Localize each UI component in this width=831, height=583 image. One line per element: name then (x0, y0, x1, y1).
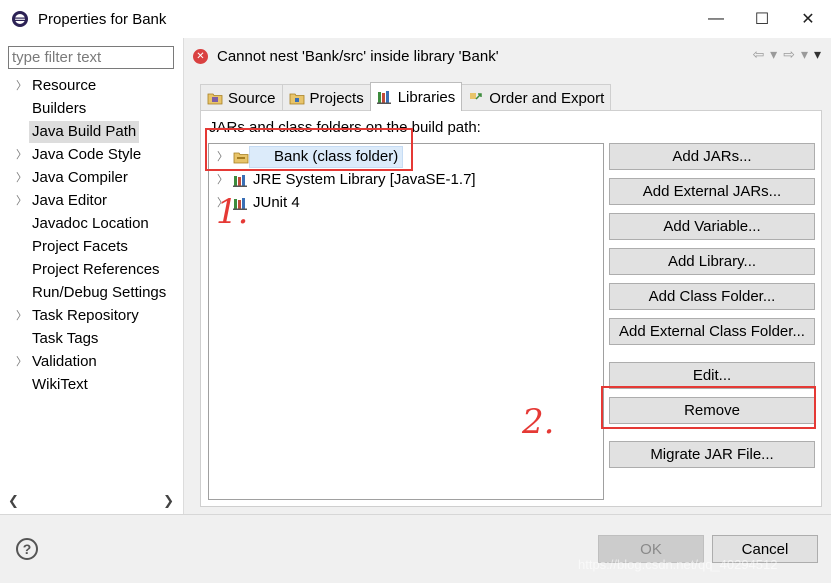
view-menu-icon[interactable]: ▾ (814, 46, 821, 63)
annotation-step-2: 2. (522, 402, 555, 442)
forward-arrow-icon[interactable]: ⇨ (783, 46, 795, 63)
eclipse-icon (12, 11, 28, 27)
add-class-folder-button[interactable]: Add Class Folder... (609, 283, 815, 310)
build-path-tabs: Source Projects Libraries Order and Expo… (200, 82, 612, 111)
migrate-jar-button[interactable]: Migrate JAR File... (609, 441, 815, 468)
footer-separator (0, 514, 831, 515)
add-variable-button[interactable]: Add Variable... (609, 213, 815, 240)
annotation-box-remove (601, 386, 816, 429)
scroll-left-icon[interactable]: ❮ (8, 493, 19, 509)
chevron-right-icon[interactable]: 〉 (217, 169, 228, 191)
tree-item-resource[interactable]: 〉 Resource (0, 75, 184, 98)
chevron-right-icon[interactable]: 〉 (16, 144, 27, 166)
tree-item-java-compiler[interactable]: 〉 Java Compiler (0, 167, 184, 190)
tree-item-project-facets[interactable]: Project Facets (0, 236, 184, 259)
error-message-row: ✕ Cannot nest 'Bank/src' inside library … (193, 43, 499, 69)
window-title: Properties for Bank (38, 10, 167, 28)
filter-input[interactable] (8, 46, 174, 69)
add-external-jars-button[interactable]: Add External JARs... (609, 178, 815, 205)
add-jars-button[interactable]: Add JARs... (609, 143, 815, 170)
horizontal-scrollbar[interactable]: ❮ ❯ (8, 492, 174, 509)
chevron-right-icon[interactable]: 〉 (16, 75, 27, 97)
tree-item-task-repository[interactable]: 〉 Task Repository (0, 305, 184, 328)
help-icon[interactable]: ? (16, 538, 38, 560)
tree-item-project-references[interactable]: Project References (0, 259, 184, 282)
tab-projects[interactable]: Projects (281, 84, 371, 111)
forward-dropdown-icon[interactable]: ▾ (801, 46, 808, 63)
tree-item-run-debug-settings[interactable]: Run/Debug Settings (0, 282, 184, 305)
history-navigation: ⇦ ▾ ⇨ ▾ ▾ (752, 46, 821, 63)
annotation-box-bank (205, 128, 413, 171)
title-bar: Properties for Bank — ☐ ✕ (0, 0, 831, 38)
library-icon (376, 91, 391, 104)
scroll-right-icon[interactable]: ❯ (163, 493, 174, 509)
library-tree[interactable]: 〉 Bank (class folder) 〉 JRE System Libra… (208, 143, 604, 500)
chevron-right-icon[interactable]: 〉 (16, 305, 27, 327)
tree-item-java-editor[interactable]: 〉 Java Editor (0, 190, 184, 213)
jre-library-icon (233, 175, 247, 187)
category-tree: 〉 Resource Builders Java Build Path 〉 Java… (0, 75, 184, 397)
tree-item-java-build-path[interactable]: Java Build Path (0, 121, 184, 144)
tree-item-javadoc-location[interactable]: Javadoc Location (0, 213, 184, 236)
project-folder-icon (289, 93, 304, 105)
tree-item-wikitext[interactable]: WikiText (0, 374, 184, 397)
tree-item-task-tags[interactable]: Task Tags (0, 328, 184, 351)
source-folder-icon (207, 93, 223, 105)
back-arrow-icon[interactable]: ⇦ (752, 46, 764, 63)
error-icon: ✕ (193, 48, 208, 64)
tab-order-and-export[interactable]: Order and Export (461, 84, 612, 111)
tab-libraries[interactable]: Libraries (369, 82, 463, 111)
tab-source[interactable]: Source (200, 84, 283, 111)
tree-item-java-code-style[interactable]: 〉 Java Code Style (0, 144, 184, 167)
chevron-right-icon[interactable]: 〉 (16, 351, 27, 373)
edit-button[interactable]: Edit... (609, 362, 815, 389)
tree-item-builders[interactable]: Builders (0, 98, 184, 121)
order-export-icon (470, 93, 482, 100)
maximize-button[interactable]: ☐ (739, 0, 785, 38)
category-pane: 〉Resource Builders Java Build Path 〉Java… (0, 38, 184, 514)
back-dropdown-icon[interactable]: ▾ (770, 46, 777, 63)
watermark: https://blog.csdn.net/qq_40294512 (578, 557, 778, 572)
tree-item-validation[interactable]: 〉 Validation (0, 351, 184, 374)
chevron-right-icon[interactable]: 〉 (16, 167, 27, 189)
annotation-step-1: 1. (216, 192, 249, 232)
close-button[interactable]: ✕ (785, 0, 831, 38)
minimize-button[interactable]: — (693, 0, 739, 38)
error-message: Cannot nest 'Bank/src' inside library 'B… (217, 47, 499, 65)
chevron-right-icon[interactable]: 〉 (16, 190, 27, 212)
add-external-class-folder-button[interactable]: Add External Class Folder... (609, 318, 815, 345)
add-library-button[interactable]: Add Library... (609, 248, 815, 275)
